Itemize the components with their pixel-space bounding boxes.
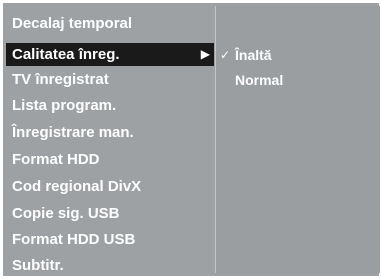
menu-item-label: Format HDD USB: [12, 231, 136, 248]
menu-item-label: Copie sig. USB: [12, 205, 120, 222]
menu-item-label: Decalaj temporal: [12, 15, 133, 32]
menu-item-format-hdd-usb[interactable]: Format HDD USB: [6, 228, 214, 251]
submenu-panel: ✓ Înaltă Normal: [215, 6, 380, 273]
menu-list: Decalaj temporal Calitatea înreg. ▶ TV î…: [6, 6, 214, 274]
menu-item-subtitr[interactable]: Subtitr.: [6, 254, 214, 277]
menu-item-calitatea-inreg[interactable]: Calitatea înreg. ▶: [6, 43, 214, 66]
menu-item-lista-program[interactable]: Lista program.: [6, 94, 214, 117]
menu-item-label: Cod regional DivX: [12, 178, 142, 195]
submenu-option-label: Normal: [235, 72, 284, 88]
menu-item-format-hdd[interactable]: Format HDD: [6, 148, 214, 171]
submenu-option-label: Înaltă: [235, 47, 272, 63]
menu-item-tv-inregistrat[interactable]: TV înregistrat: [6, 68, 214, 91]
menu-item-copie-sig-usb[interactable]: Copie sig. USB: [6, 202, 214, 225]
osd-menu: Decalaj temporal Calitatea înreg. ▶ TV î…: [0, 0, 382, 279]
menu-item-inregistrare-man[interactable]: Înregistrare man.: [6, 121, 214, 144]
menu-item-label: Calitatea înreg.: [12, 46, 120, 63]
submenu-option-inalta[interactable]: ✓ Înaltă: [216, 44, 380, 66]
submenu-arrow-icon: ▶: [200, 47, 210, 61]
menu-item-label: Format HDD: [12, 151, 100, 168]
menu-item-decalaj-temporal[interactable]: Decalaj temporal: [6, 12, 214, 35]
menu-item-label: Lista program.: [12, 97, 117, 114]
menu-item-label: Subtitr.: [12, 257, 64, 274]
menu-item-label: TV înregistrat: [12, 71, 109, 88]
menu-item-cod-regional-divx[interactable]: Cod regional DivX: [6, 175, 214, 198]
checkmark-icon: ✓: [220, 48, 231, 62]
menu-item-label: Înregistrare man.: [12, 124, 134, 141]
submenu-option-normal[interactable]: Normal: [216, 69, 380, 91]
